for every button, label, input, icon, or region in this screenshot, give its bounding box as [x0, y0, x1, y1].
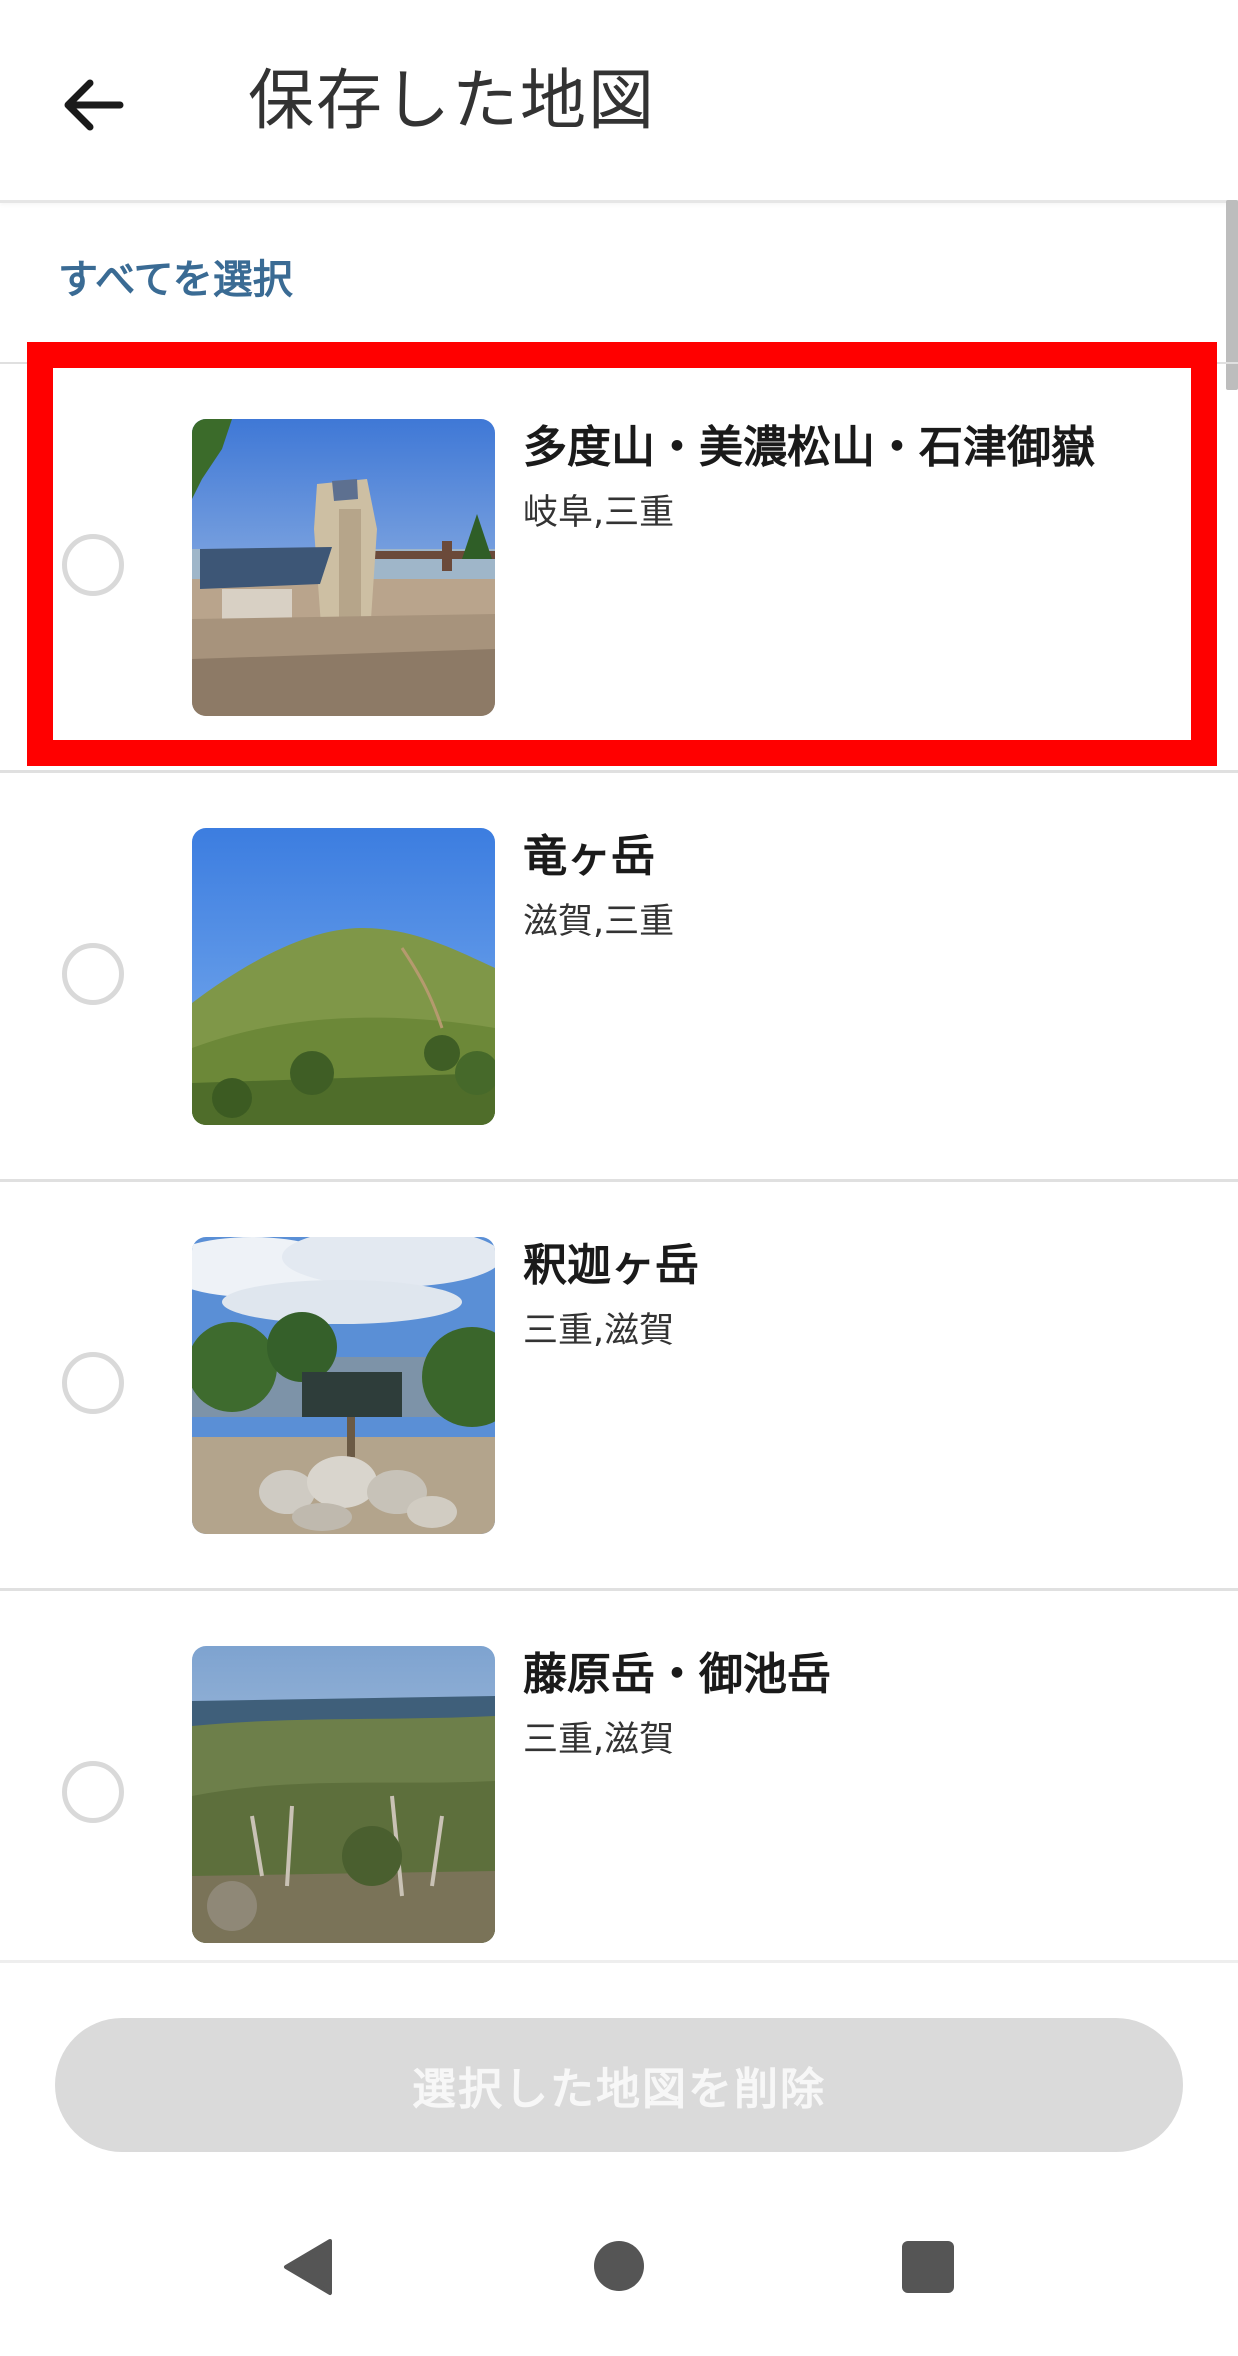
map-region: 三重,滋賀: [523, 1311, 675, 1351]
select-all-link[interactable]: すべてを選択: [58, 250, 293, 310]
map-thumbnail: [192, 1237, 495, 1534]
nav-home-icon[interactable]: [594, 2241, 644, 2291]
map-name: 多度山・美濃松山・石津御嶽: [523, 422, 1095, 473]
system-navigation-bar: [0, 2183, 1238, 2333]
map-thumbnail: [192, 419, 495, 716]
list-item[interactable]: 竜ヶ岳 滋賀,三重: [0, 773, 1238, 1182]
select-radio[interactable]: [62, 1761, 124, 1823]
saved-map-list: 多度山・美濃松山・石津御嶽 岐阜,三重 竜ヶ岳 滋賀,三重 釈迦ヶ岳 三重,滋賀…: [0, 364, 1238, 1960]
bottom-action-area: 選択した地図を削除: [0, 1960, 1238, 2356]
back-button[interactable]: [48, 60, 138, 150]
nav-back-icon[interactable]: [280, 2237, 332, 2297]
list-item[interactable]: 多度山・美濃松山・石津御嶽 岐阜,三重: [0, 364, 1238, 773]
select-radio[interactable]: [62, 534, 124, 596]
map-region: 三重,滋賀: [523, 1720, 675, 1760]
map-name: 釈迦ヶ岳: [523, 1240, 699, 1291]
map-region: 滋賀,三重: [523, 902, 675, 942]
map-region: 岐阜,三重: [523, 493, 675, 533]
map-thumbnail: [192, 1646, 495, 1943]
list-item[interactable]: 釈迦ヶ岳 三重,滋賀: [0, 1182, 1238, 1591]
list-item[interactable]: 藤原岳・御池岳 三重,滋賀: [0, 1591, 1238, 1960]
nav-recents-icon[interactable]: [902, 2241, 954, 2293]
map-thumbnail: [192, 828, 495, 1125]
app-bar: 保存した地図: [0, 0, 1238, 203]
map-name: 藤原岳・御池岳: [523, 1649, 831, 1700]
delete-selected-button[interactable]: 選択した地図を削除: [55, 2018, 1183, 2152]
select-radio[interactable]: [62, 1352, 124, 1414]
arrow-left-icon: [64, 79, 124, 131]
select-radio[interactable]: [62, 943, 124, 1005]
page-title: 保存した地図: [248, 62, 656, 139]
map-name: 竜ヶ岳: [523, 831, 655, 882]
